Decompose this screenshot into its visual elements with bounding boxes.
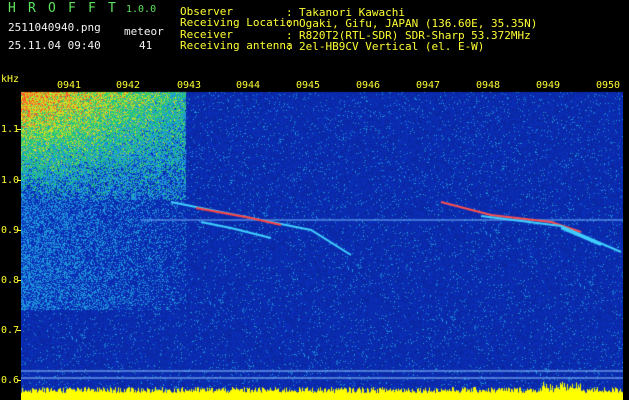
title-letter: O: [48, 1, 56, 16]
minute-label: 0944: [236, 80, 261, 91]
filename-label: 2511040940.png: [8, 21, 101, 34]
title-letter: F: [68, 1, 76, 16]
antenna-label: Receiving antenna: [180, 39, 293, 52]
minute-label: 0947: [416, 80, 441, 91]
minute-label: 0943: [177, 80, 202, 91]
title-letter: T: [108, 1, 116, 16]
antenna-value: 2el-HB9CV Vertical (el. E-W): [299, 40, 485, 53]
header-panel: H R O F F T 1.0.0 2511040940.png 25.11.0…: [0, 0, 629, 80]
colon: :: [286, 40, 293, 53]
y-tick-label: 1.0: [1, 175, 20, 186]
minute-label: 0945: [296, 80, 321, 91]
y-tick-label: 0.8: [1, 275, 20, 286]
right-border: [623, 80, 629, 400]
datetime-label: 25.11.04 09:40: [8, 39, 101, 52]
y-tick-label: 0.9: [1, 225, 20, 236]
minute-label: 0948: [476, 80, 501, 91]
title-letter: H: [8, 1, 16, 16]
minute-label: 0949: [536, 80, 561, 91]
spectrogram-canvas: [21, 80, 623, 400]
meteor-label: meteor: [124, 25, 164, 38]
minute-label: 0946: [356, 80, 381, 91]
y-tick-label: 0.7: [1, 325, 20, 336]
y-tick-label: 0.6: [1, 375, 20, 386]
version-label: 1.0.0: [126, 4, 157, 15]
minute-label: 0950: [596, 80, 621, 91]
minute-label: 0941: [57, 80, 82, 91]
spectrogram-panel: [21, 80, 623, 400]
y-tick-label: 1.1: [1, 124, 20, 135]
axis-unit-label: kHz: [1, 74, 20, 85]
meteor-count: 41: [139, 39, 153, 52]
title-letter: R: [28, 1, 36, 16]
minute-label: 0942: [116, 80, 141, 91]
title-letter: F: [88, 1, 96, 16]
